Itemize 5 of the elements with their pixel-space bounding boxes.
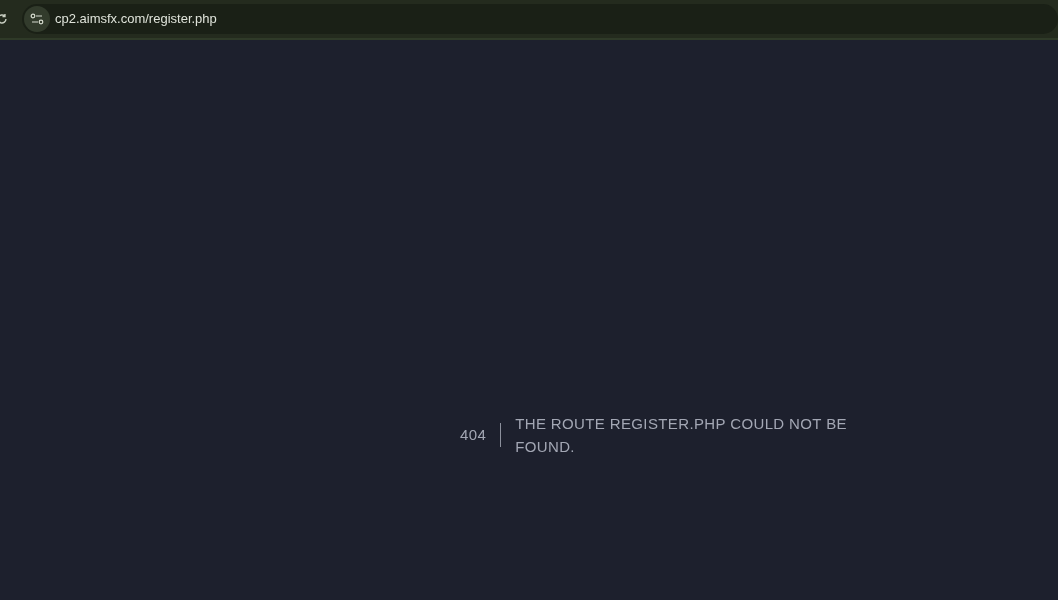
- error-message: THE ROUTE REGISTER.PHP COULD NOT BE FOUND.: [515, 414, 848, 457]
- site-settings-icon[interactable]: [23, 6, 50, 32]
- url-text[interactable]: cp2.aimsfx.com/register.php: [54, 9, 217, 29]
- error-code: 404: [460, 425, 487, 445]
- address-bar[interactable]: cp2.aimsfx.com/register.php: [21, 4, 1058, 34]
